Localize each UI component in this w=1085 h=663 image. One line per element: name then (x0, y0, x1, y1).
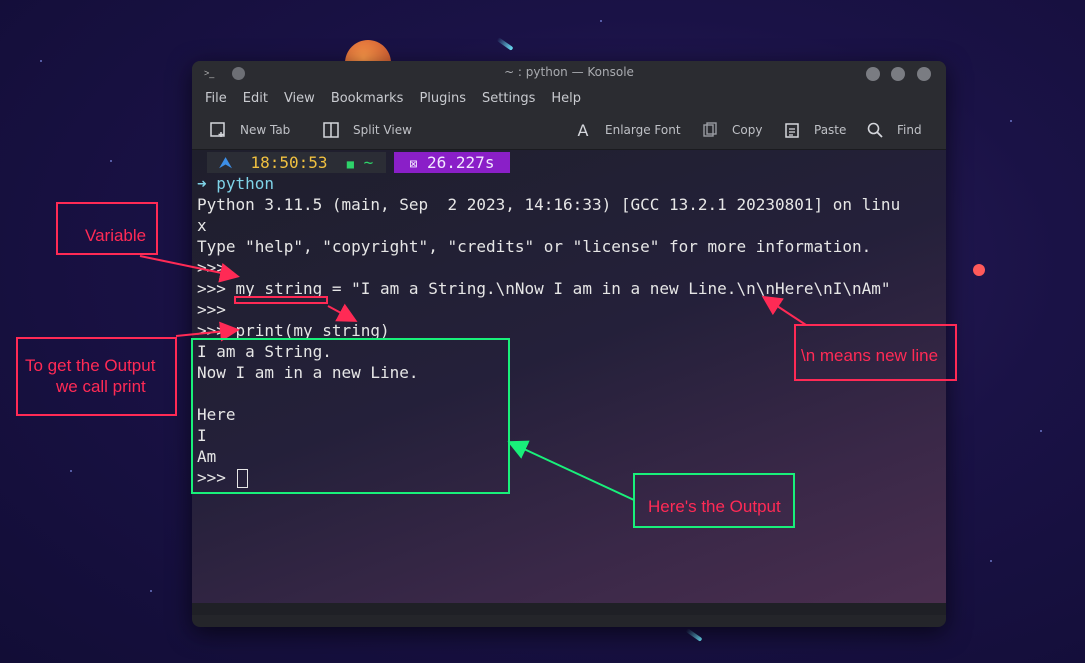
split-view-button[interactable]: Split View (321, 120, 412, 140)
paste-button[interactable]: Paste (782, 120, 846, 140)
terminal-line: ➜ python (197, 174, 275, 193)
prompt-time-segment: 18:50:53 (244, 152, 334, 173)
menu-settings[interactable]: Settings (482, 91, 535, 106)
menu-bookmarks[interactable]: Bookmarks (331, 91, 404, 106)
terminal-line: Python 3.11.5 (main, Sep 2 2023, 14:16:3… (197, 195, 901, 214)
new-tab-label: New Tab (240, 123, 291, 137)
menu-bar: File Edit View Bookmarks Plugins Setting… (192, 85, 946, 111)
menu-help[interactable]: Help (551, 91, 581, 106)
terminal-line: >>> (197, 258, 226, 277)
find-button[interactable]: Find (865, 120, 922, 140)
arch-icon: ⮝ (218, 153, 233, 172)
copy-icon (700, 120, 720, 140)
new-tab-button[interactable]: New Tab (208, 120, 290, 140)
terminal-bottom-bar (192, 603, 946, 615)
print-annotation-text-2: we call print (56, 377, 146, 396)
variable-annotation-text: Variable (85, 226, 147, 245)
prompt-arch-segment: ⮝ (207, 152, 244, 173)
menu-file[interactable]: File (205, 91, 227, 106)
background-star (40, 60, 42, 62)
terminal-line: x (197, 216, 207, 235)
enlarge-font-button[interactable]: A Enlarge Font (573, 120, 681, 140)
background-planet (973, 264, 985, 276)
background-star (1010, 120, 1012, 122)
prompt-dir-segment: ■ ~ (334, 152, 386, 173)
newline-annotation-text: \n means new line (801, 346, 939, 365)
variable-annotation: Variable (56, 202, 158, 255)
terminal-line: Type "help", "copyright", "credits" or "… (197, 237, 872, 256)
find-label: Find (897, 123, 922, 137)
background-star (110, 160, 112, 162)
menu-plugins[interactable]: Plugins (419, 91, 466, 106)
print-annotation-text-1: To get the Output (25, 356, 156, 375)
paste-icon (782, 120, 802, 140)
minimize-button[interactable] (866, 67, 880, 81)
background-star (150, 590, 152, 592)
output-annotation: Here's the Output (633, 473, 795, 528)
prompt-dir: ~ (363, 153, 374, 172)
new-tab-icon (208, 120, 228, 140)
print-annotation: To get the Output we call print (16, 337, 177, 416)
background-star (70, 470, 72, 472)
menu-view[interactable]: View (284, 91, 315, 106)
copy-button[interactable]: Copy (700, 120, 762, 140)
maximize-button[interactable] (891, 67, 905, 81)
search-icon (865, 120, 885, 140)
paste-label: Paste (814, 123, 847, 137)
timer-icon: ⊠ (409, 157, 418, 172)
enlarge-font-label: Enlarge Font (605, 123, 681, 137)
split-view-label: Split View (353, 123, 412, 137)
terminal-line: >>> (197, 300, 226, 319)
window-title: ~ : python — Konsole (504, 65, 634, 79)
background-star (990, 560, 992, 562)
newline-annotation: \n means new line (794, 324, 957, 381)
output-highlight-box (191, 338, 510, 494)
prompt-duration-segment: ⊠ 26.227s (394, 152, 510, 173)
title-bar[interactable]: >_ ~ : python — Konsole (192, 61, 946, 85)
menu-edit[interactable]: Edit (243, 91, 268, 106)
enlarge-font-icon: A (577, 120, 589, 140)
background-star (600, 20, 602, 22)
background-star (1040, 430, 1042, 432)
background-comet (496, 37, 514, 51)
toolbar: New Tab Split View A Enlarge Font Copy P… (192, 111, 946, 150)
output-annotation-text: Here's the Output (648, 497, 781, 516)
close-button[interactable] (917, 67, 931, 81)
copy-label: Copy (732, 123, 763, 137)
prompt-duration: 26.227s (427, 153, 495, 172)
background-comet (685, 628, 703, 642)
prompt-time: 18:50:53 (250, 153, 328, 172)
split-view-icon (321, 120, 341, 140)
folder-icon: ■ (346, 157, 354, 171)
terminal-line: >>> my_string = "I am a String.\nNow I a… (197, 279, 891, 298)
